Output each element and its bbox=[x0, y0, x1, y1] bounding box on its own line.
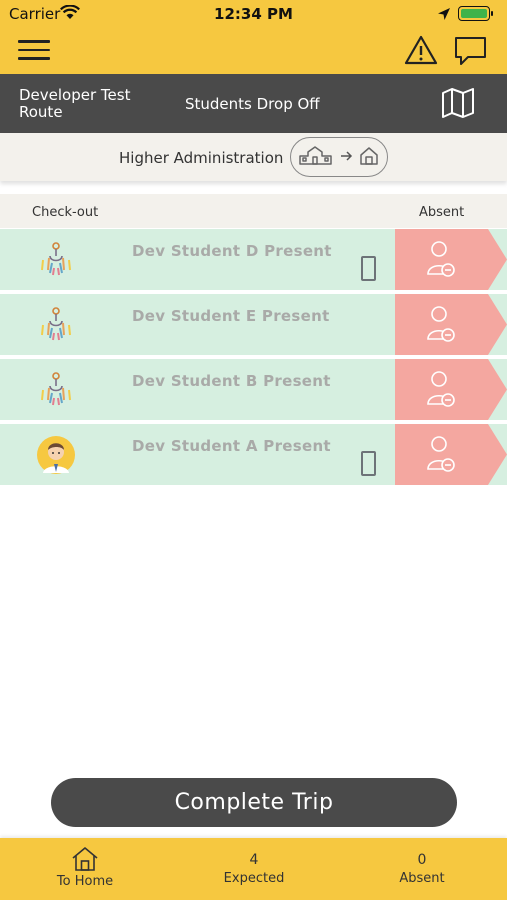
absent-column-label: Absent bbox=[419, 205, 465, 220]
complete-trip-button[interactable]: Complete Trip bbox=[51, 778, 457, 827]
trip-type: Students Drop Off bbox=[185, 95, 320, 113]
status-bar: Carrier 12:34 PM bbox=[0, 0, 507, 28]
location-arrow-icon bbox=[437, 6, 451, 25]
mark-absent-button[interactable] bbox=[395, 229, 507, 290]
to-home-label: To Home bbox=[56, 874, 114, 889]
column-header: Check-out Absent bbox=[0, 194, 507, 228]
phone-icon[interactable] bbox=[361, 451, 376, 476]
battery-icon bbox=[458, 6, 493, 21]
destination-bar: Higher Administration bbox=[0, 133, 507, 181]
route-name: Developer Test Route bbox=[19, 86, 131, 121]
nav-bar bbox=[0, 28, 507, 74]
map-icon[interactable] bbox=[441, 87, 475, 123]
mark-absent-button[interactable] bbox=[395, 424, 507, 485]
absent-tab: 0 Absent bbox=[382, 838, 462, 900]
student-row[interactable]: Dev Student D Present bbox=[0, 229, 507, 290]
bottom-tab-bar: To Home 4 Expected 0 Absent bbox=[0, 838, 507, 900]
phone-icon[interactable] bbox=[361, 256, 376, 281]
student-row[interactable]: Dev Student A Present bbox=[0, 424, 507, 485]
boy-avatar-icon bbox=[36, 435, 76, 475]
checkout-column-label: Check-out bbox=[32, 205, 99, 220]
absent-label: Absent bbox=[399, 871, 445, 886]
student-name: Dev Student B Present bbox=[132, 372, 331, 390]
to-home-tab[interactable]: To Home bbox=[45, 838, 125, 900]
mark-absent-button[interactable] bbox=[395, 294, 507, 355]
school-to-home-icon bbox=[290, 137, 388, 177]
hamburger-menu-icon[interactable] bbox=[18, 40, 50, 62]
student-name: Dev Student A Present bbox=[132, 437, 331, 455]
destination-label: Higher Administration bbox=[119, 149, 284, 167]
generic-avatar-icon bbox=[36, 305, 76, 345]
student-row[interactable]: Dev Student E Present bbox=[0, 294, 507, 355]
mark-absent-button[interactable] bbox=[395, 359, 507, 420]
clock: 12:34 PM bbox=[214, 5, 293, 23]
generic-avatar-icon bbox=[36, 240, 76, 280]
absent-count: 0 bbox=[417, 852, 427, 868]
expected-label: Expected bbox=[223, 871, 285, 886]
chat-icon[interactable] bbox=[454, 36, 487, 70]
student-name: Dev Student D Present bbox=[132, 242, 332, 260]
route-bar: Developer Test Route Students Drop Off bbox=[0, 74, 507, 133]
expected-count: 4 bbox=[249, 852, 259, 868]
warning-icon[interactable] bbox=[404, 34, 438, 70]
expected-tab: 4 Expected bbox=[210, 838, 298, 900]
generic-avatar-icon bbox=[36, 370, 76, 410]
student-name: Dev Student E Present bbox=[132, 307, 330, 325]
home-icon bbox=[45, 846, 125, 872]
student-row[interactable]: Dev Student B Present bbox=[0, 359, 507, 420]
